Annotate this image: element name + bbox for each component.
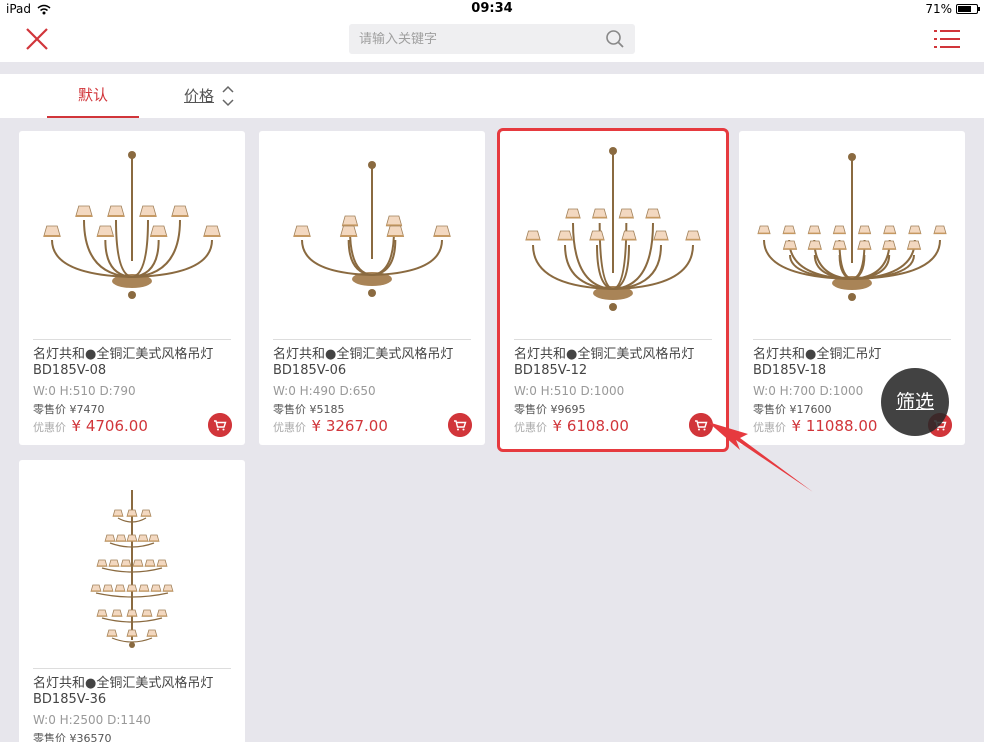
retail-price: 零售价 ¥17600 [753,403,832,416]
product-dimensions: W:0 H:700 D:1000 [753,384,864,398]
promo-price: 优惠价 ¥ 6108.00 [514,417,629,435]
sort-default-tab[interactable]: 默认 [47,74,139,118]
sort-bar: 默认 价格 [0,74,984,118]
product-name: 名灯共和●全铜汇美式风格吊灯 BD185V-08 [33,347,214,378]
sort-arrows-icon [222,85,234,107]
promo-price: 优惠价 ¥ 11088.00 [753,417,878,435]
product-card[interactable]: 名灯共和●全铜汇美式风格吊灯 BD185V-08 W:0 H:510 D:790 零售… [19,131,245,445]
filter-button[interactable]: 筛选 [881,368,949,436]
search-input[interactable] [359,31,599,47]
cart-icon[interactable] [689,413,713,437]
product-card-highlighted[interactable]: 名灯共和●全铜汇美式风格吊灯 BD185V-12 W:0 H:510 D:1000 零… [497,128,729,452]
product-dimensions: W:0 H:510 D:790 [33,384,136,398]
header [0,18,984,62]
card-divider [753,339,951,340]
product-image [525,147,701,311]
sort-price-label: 价格 [184,87,215,105]
search-icon[interactable] [605,29,625,49]
product-dimensions: W:0 H:510 D:1000 [514,384,625,398]
card-divider [514,339,712,340]
list-menu-icon[interactable] [934,28,960,50]
card-divider [273,339,471,340]
product-name: 名灯共和●全铜汇美式风格吊灯 BD185V-12 [514,347,695,378]
product-name: 名灯共和●全铜汇美式风格吊灯 BD185V-36 [33,676,214,707]
promo-price: 优惠价 ¥ 4706.00 [33,417,148,435]
battery-percent: 71% [925,2,952,16]
retail-price: 零售价 ¥7470 [33,403,105,416]
status-bar: iPad 09:34 71% [0,0,984,18]
product-image [757,153,947,301]
cart-icon[interactable] [208,413,232,437]
product-image [90,490,174,648]
product-name: 名灯共和●全铜汇美式风格吊灯 BD185V-06 [273,347,454,378]
product-image [293,161,451,297]
status-time: 09:34 [471,1,513,16]
card-divider [33,668,231,669]
cart-icon[interactable] [448,413,472,437]
product-dimensions: W:0 H:2500 D:1140 [33,713,151,727]
product-image [43,151,221,299]
battery-icon [956,4,980,14]
card-divider [33,339,231,340]
search-box[interactable] [349,24,635,54]
promo-price: 优惠价 ¥ 3267.00 [273,417,388,435]
retail-price: 零售价 ¥9695 [514,403,586,416]
status-right: 71% [925,2,980,16]
retail-price: 零售价 ¥5185 [273,403,345,416]
product-card[interactable]: 名灯共和●全铜汇美式风格吊灯 BD185V-06 W:0 H:490 D:650 零售… [259,131,485,445]
close-icon[interactable] [22,26,52,54]
product-card[interactable]: 名灯共和●全铜汇美式风格吊灯 BD185V-36 W:0 H:2500 D:1140… [19,460,245,742]
product-dimensions: W:0 H:490 D:650 [273,384,376,398]
retail-price: 零售价 ¥36570 [33,732,112,742]
sort-price-tab[interactable]: 价格 [184,74,234,118]
